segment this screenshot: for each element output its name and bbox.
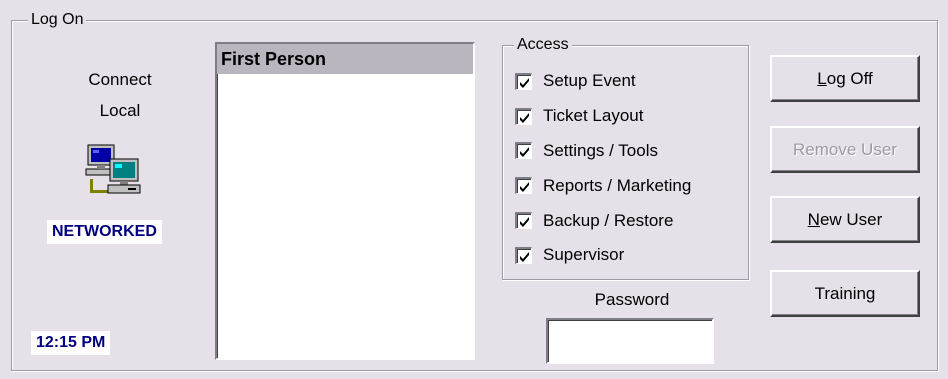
password-field[interactable]	[546, 318, 714, 364]
connect-label: Connect	[88, 70, 152, 89]
access-label-backup-restore: Backup / Restore	[543, 210, 674, 230]
access-item-setup-event[interactable]: Setup Event	[515, 64, 745, 99]
access-label-settings-tools: Settings / Tools	[543, 140, 658, 160]
new-user-button[interactable]: New User	[770, 196, 920, 243]
new-user-mnemonic: N	[807, 209, 820, 229]
log-off-label: og Off	[826, 68, 873, 88]
training-label: Training	[814, 283, 876, 303]
training-button[interactable]: Training	[770, 270, 920, 317]
user-list[interactable]: First Person	[215, 42, 475, 360]
access-label-ticket-layout: Ticket Layout	[543, 106, 644, 126]
user-list-item-selected[interactable]: First Person	[217, 44, 473, 74]
remove-user-button[interactable]: Remove User	[770, 126, 920, 173]
clock-time: 12:15 PM	[31, 331, 111, 355]
networked-computers-icon	[82, 141, 152, 199]
local-label: Local	[99, 101, 141, 120]
new-user-label: ew User	[819, 209, 883, 229]
logon-panel: Log On Connect Local NETWORKED 12:15 PM …	[0, 0, 948, 379]
access-item-ticket-layout[interactable]: Ticket Layout	[515, 99, 745, 134]
log-off-mnemonic: L	[817, 68, 827, 88]
remove-user-label: Remove User	[793, 139, 897, 159]
logon-group-title: Log On	[28, 11, 87, 29]
access-item-backup-restore[interactable]: Backup / Restore	[515, 203, 745, 238]
checkbox-supervisor[interactable]	[515, 246, 532, 264]
password-label: Password	[594, 290, 670, 309]
log-off-button[interactable]: Log Off	[770, 55, 920, 102]
access-item-settings-tools[interactable]: Settings / Tools	[515, 134, 745, 169]
access-label-reports-marketing: Reports / Marketing	[543, 175, 692, 195]
checkbox-reports-marketing[interactable]	[515, 177, 532, 195]
checkbox-settings-tools[interactable]	[515, 142, 532, 160]
access-group-title: Access	[514, 36, 572, 54]
access-label-setup-event: Setup Event	[543, 71, 636, 91]
checkbox-ticket-layout[interactable]	[515, 107, 532, 125]
networked-status-badge: NETWORKED	[47, 220, 162, 244]
access-item-supervisor[interactable]: Supervisor	[515, 238, 745, 273]
checkbox-setup-event[interactable]	[515, 72, 532, 90]
access-label-supervisor: Supervisor	[543, 245, 625, 265]
access-checkbox-list: Setup Event Ticket Layout Settings / Too…	[515, 64, 745, 273]
checkbox-backup-restore[interactable]	[515, 212, 532, 230]
access-item-reports-marketing[interactable]: Reports / Marketing	[515, 168, 745, 203]
